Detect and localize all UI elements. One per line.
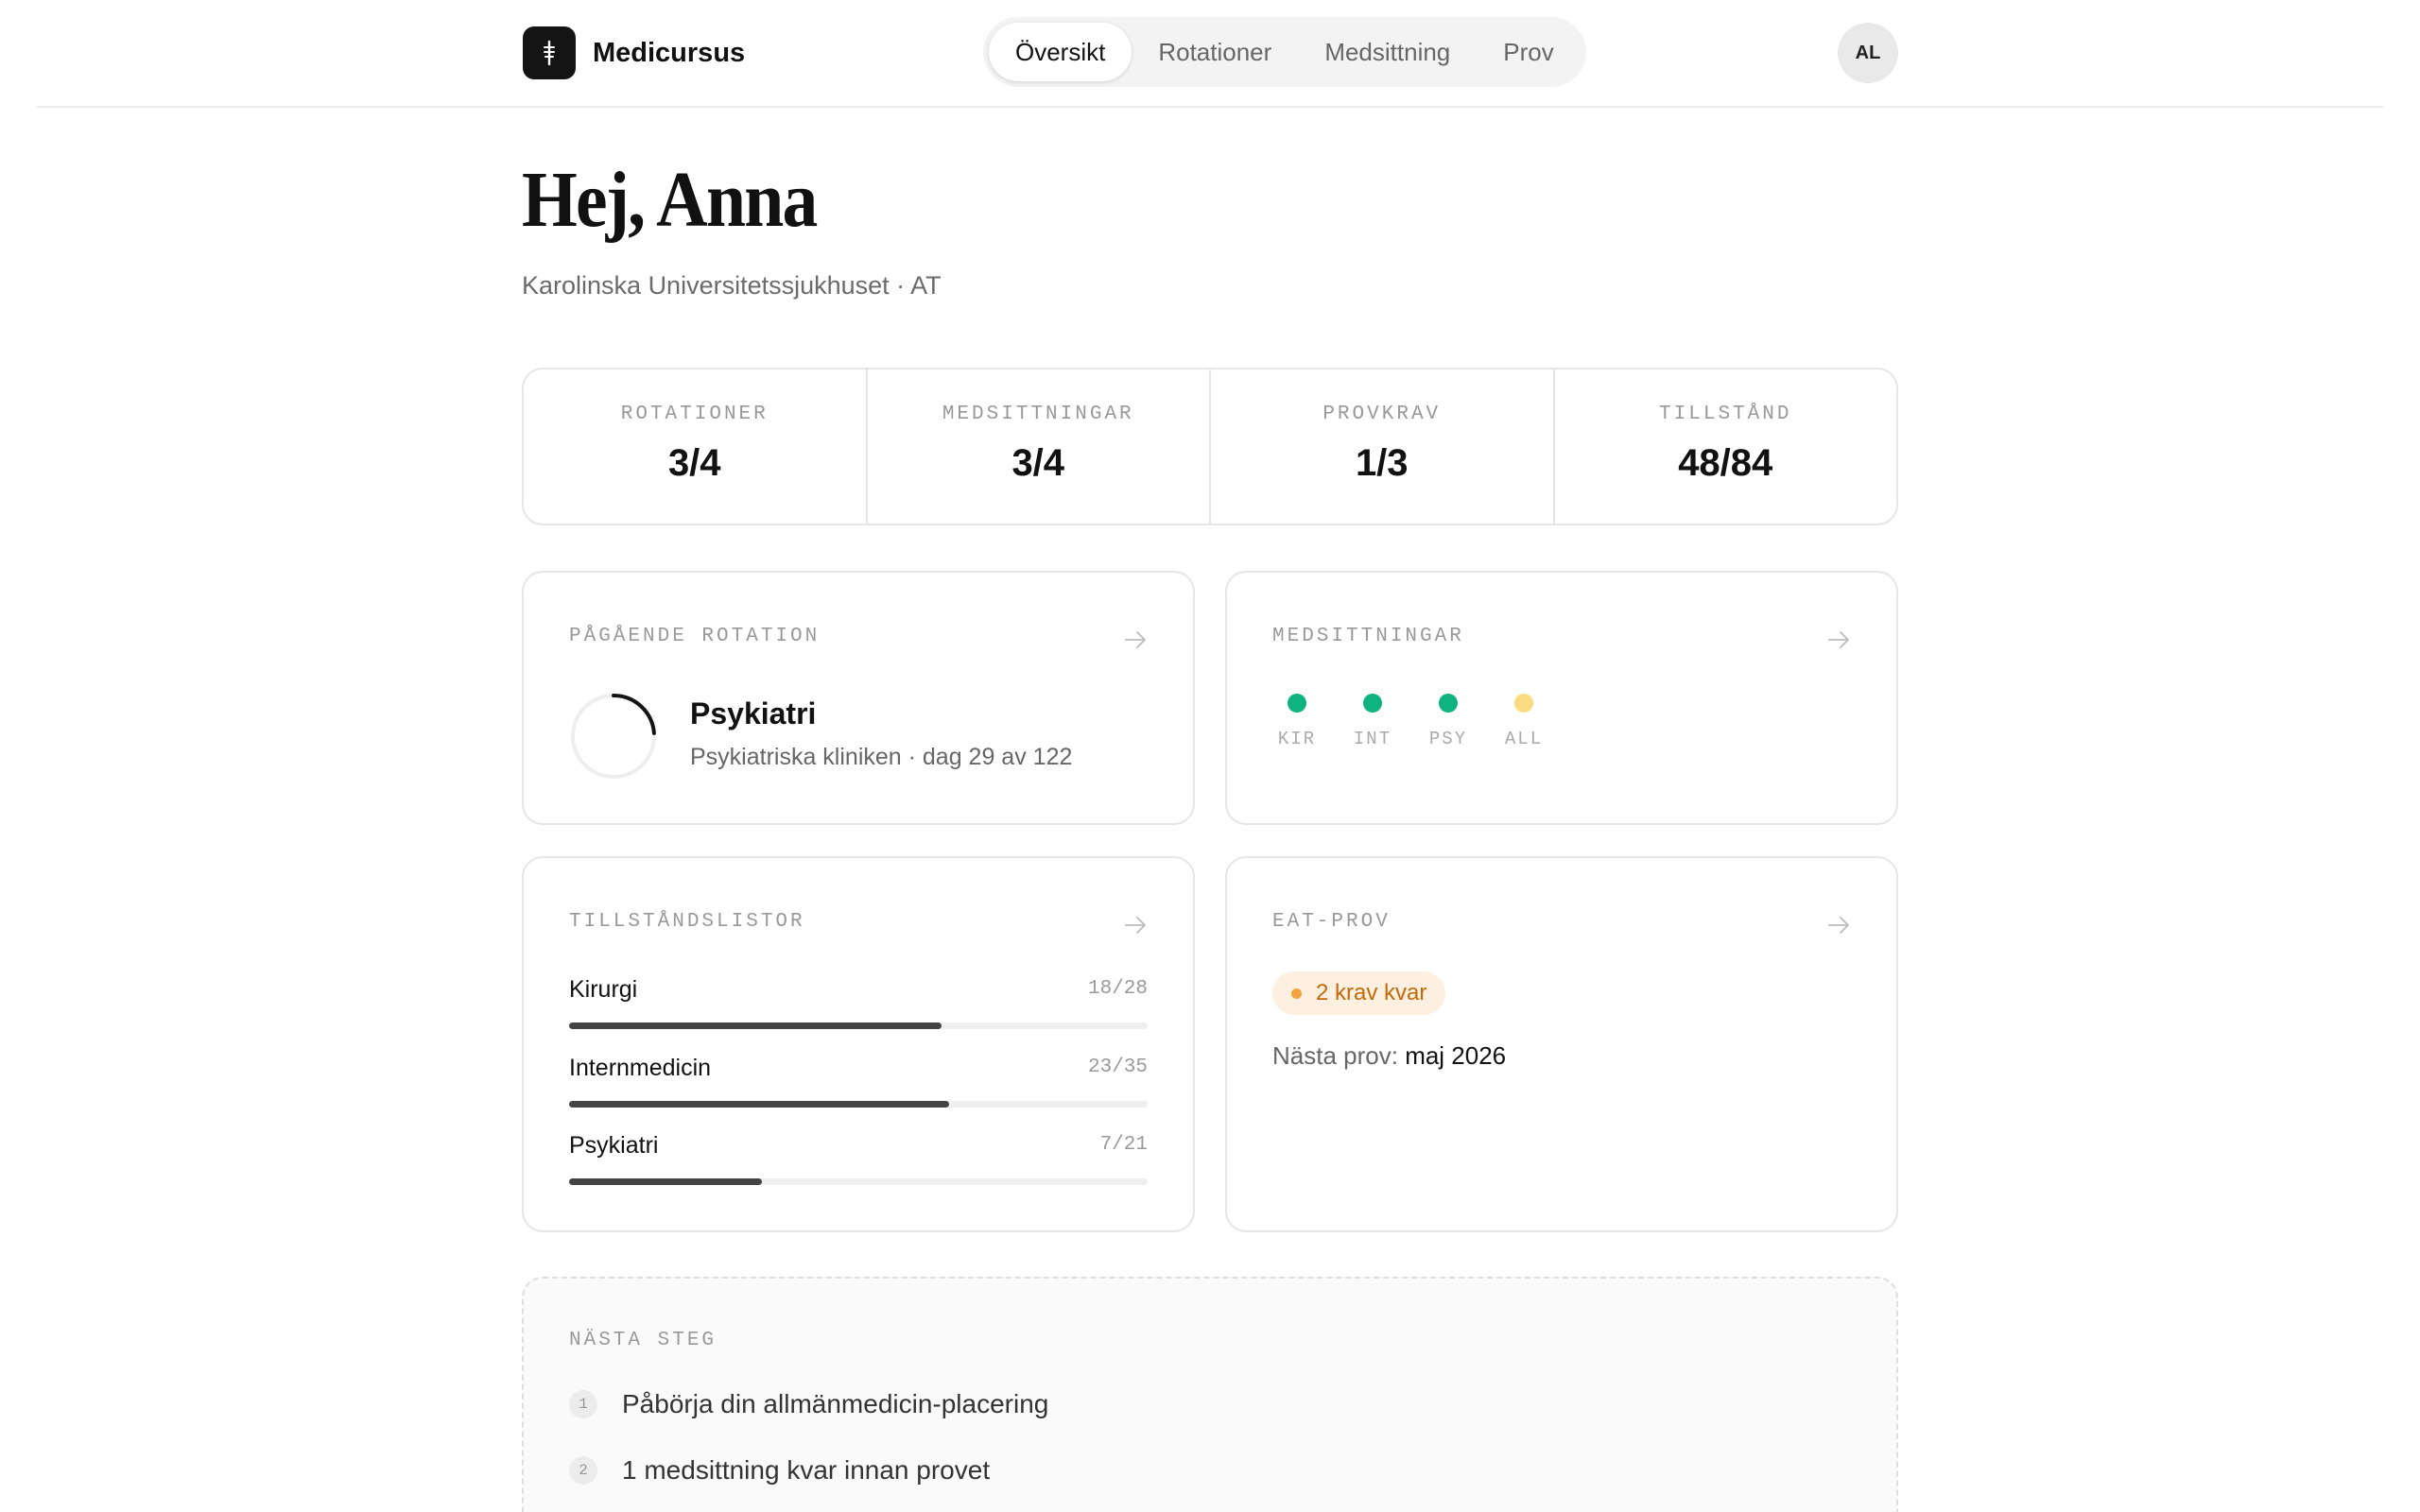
- progress-track: [569, 1022, 1148, 1029]
- medsittning-code: INT: [1353, 729, 1392, 749]
- stat-tillstand: TILLSTÅND 48/84: [1552, 369, 1897, 524]
- medsittning-code: ALL: [1504, 729, 1544, 749]
- medsittning-status-list: KIR INT PSY ALL: [1272, 688, 1573, 749]
- next-exam: Nästa prov: maj 2026: [1272, 1041, 1506, 1071]
- tab-medsittning[interactable]: Medsittning: [1298, 23, 1477, 81]
- status-dot: [1288, 694, 1306, 713]
- next-step-item[interactable]: 2 1 medsittning kvar innan provet: [569, 1455, 990, 1486]
- user-avatar[interactable]: AL: [1838, 23, 1898, 83]
- eat-prov-card[interactable]: EAT-PROV 2 krav kvar Nästa prov: maj 202…: [1225, 856, 1898, 1232]
- tillstand-row-internmedicin: Internmedicin 23/35: [569, 1055, 1148, 1108]
- medsittning-int: INT: [1335, 688, 1410, 749]
- medsittning-all: ALL: [1486, 688, 1562, 749]
- progress-fill: [569, 1101, 950, 1108]
- rotation-detail: Psykiatriska kliniken · dag 29 av 122: [690, 744, 1073, 770]
- tillstand-row-kirurgi: Kirurgi 18/28: [569, 976, 1148, 1029]
- app-logo[interactable]: Medicursus: [523, 26, 745, 79]
- warning-dot-icon: [1291, 988, 1302, 999]
- step-number: 2: [569, 1456, 597, 1485]
- tillstand-name: Psykiatri: [569, 1132, 659, 1159]
- stat-rotationer: ROTATIONER 3/4: [524, 369, 866, 524]
- stat-label: TILLSTÅND: [1659, 404, 1792, 425]
- rotation-progress-ring: [571, 694, 656, 779]
- status-dot: [1363, 694, 1382, 713]
- card-label: NÄSTA STEG: [569, 1330, 717, 1351]
- status-badge: 2 krav kvar: [1272, 971, 1446, 1015]
- page-title: Hej, Anna: [522, 156, 818, 244]
- next-exam-date: maj 2026: [1405, 1041, 1507, 1070]
- tab-oversikt[interactable]: Översikt: [989, 23, 1132, 81]
- progress-fill: [569, 1178, 762, 1185]
- stat-value: 1/3: [1355, 442, 1409, 484]
- card-label: EAT-PROV: [1272, 911, 1391, 933]
- card-label: TILLSTÅNDSLISTOR: [569, 911, 805, 933]
- stat-value: 48/84: [1678, 442, 1773, 484]
- current-rotation-card[interactable]: PÅGÅENDE ROTATION Psykiatri Psykiatriska…: [522, 571, 1195, 825]
- tillstand-name: Kirurgi: [569, 976, 638, 1003]
- next-step-item[interactable]: 1 Påbörja din allmänmedicin-placering: [569, 1389, 1048, 1419]
- card-label: PÅGÅENDE ROTATION: [569, 626, 821, 647]
- next-exam-label: Nästa prov:: [1272, 1041, 1398, 1070]
- medsittningar-card[interactable]: MEDSITTNINGAR KIR INT PSY ALL: [1225, 571, 1898, 825]
- stats-summary: ROTATIONER 3/4 MEDSITTNINGAR 3/4 PROVKRA…: [522, 368, 1898, 525]
- tab-prov[interactable]: Prov: [1477, 23, 1580, 81]
- main-nav: Översikt Rotationer Medsittning Prov: [983, 17, 1586, 87]
- medsittning-code: PSY: [1428, 729, 1468, 749]
- stat-provkrav: PROVKRAV 1/3: [1209, 369, 1553, 524]
- tillstand-card[interactable]: TILLSTÅNDSLISTOR Kirurgi 18/28 Internmed…: [522, 856, 1195, 1232]
- medsittning-code: KIR: [1277, 729, 1317, 749]
- badge-text: 2 krav kvar: [1316, 980, 1427, 1005]
- tab-rotationer[interactable]: Rotationer: [1132, 23, 1298, 81]
- step-text: 1 medsittning kvar innan provet: [622, 1455, 991, 1485]
- app-name: Medicursus: [593, 37, 746, 68]
- step-number: 1: [569, 1390, 597, 1418]
- tillstand-count: 7/21: [1099, 1134, 1148, 1156]
- top-header: Medicursus Översikt Rotationer Medsittni…: [37, 0, 2383, 108]
- stat-value: 3/4: [1011, 442, 1065, 484]
- rotation-name: Psykiatri: [690, 696, 817, 730]
- card-label: MEDSITTNINGAR: [1272, 626, 1464, 647]
- page-subtitle: Karolinska Universitetssjukhuset · AT: [522, 271, 942, 300]
- tillstand-count: 23/35: [1087, 1057, 1148, 1078]
- arrow-right-icon[interactable]: [1826, 627, 1851, 652]
- asclepius-staff-icon: [523, 26, 576, 79]
- stat-medsittningar: MEDSITTNINGAR 3/4: [865, 369, 1210, 524]
- tillstand-count: 18/28: [1087, 978, 1148, 1000]
- tillstand-row-psykiatri: Psykiatri 7/21: [569, 1132, 1148, 1185]
- stat-value: 3/4: [667, 442, 721, 484]
- status-dot: [1439, 694, 1458, 713]
- progress-track: [569, 1178, 1148, 1185]
- medsittning-kir: KIR: [1259, 688, 1335, 749]
- next-steps-panel: NÄSTA STEG 1 Påbörja din allmänmedicin-p…: [522, 1277, 1898, 1512]
- status-dot: [1514, 694, 1533, 713]
- progress-track: [569, 1101, 1148, 1108]
- step-text: Påbörja din allmänmedicin-placering: [622, 1389, 1049, 1418]
- stat-label: ROTATIONER: [620, 404, 769, 425]
- stat-label: PROVKRAV: [1322, 404, 1442, 425]
- medsittning-psy: PSY: [1410, 688, 1486, 749]
- tillstand-name: Internmedicin: [569, 1055, 712, 1081]
- arrow-right-icon[interactable]: [1123, 913, 1148, 937]
- stat-label: MEDSITTNINGAR: [942, 404, 1134, 425]
- progress-fill: [569, 1022, 942, 1029]
- arrow-right-icon[interactable]: [1123, 627, 1148, 652]
- arrow-right-icon[interactable]: [1826, 913, 1851, 937]
